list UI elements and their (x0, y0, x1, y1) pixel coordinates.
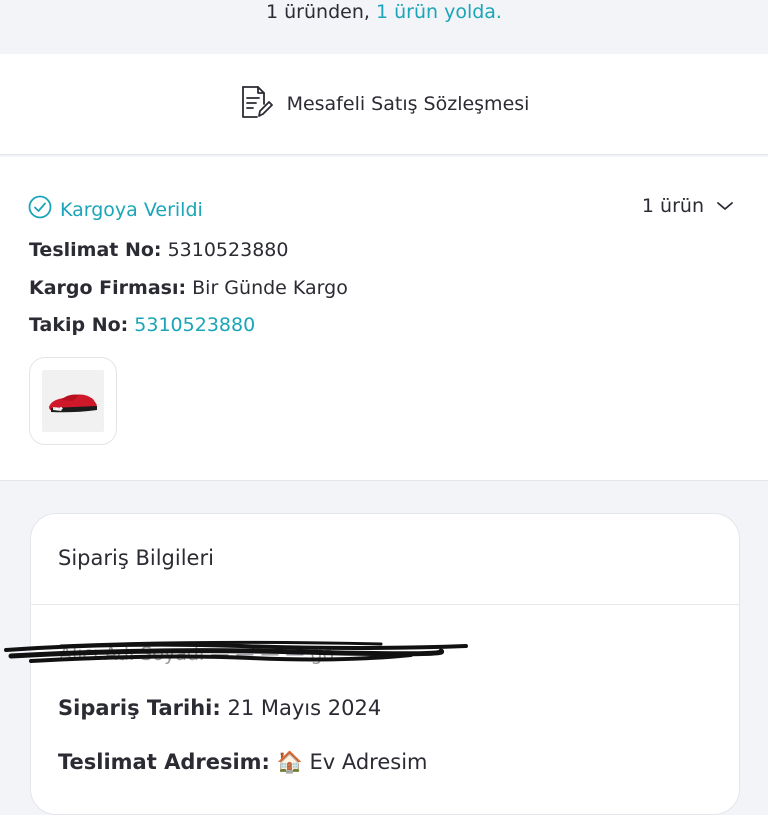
card-divider (31, 604, 739, 605)
delivery-address-row: Teslimat Adresim: 🏠 Ev Adresim (58, 750, 428, 775)
contract-label: Mesafeli Satış Sözleşmesi (286, 93, 530, 115)
order-info-title: Sipariş Bilgileri (58, 546, 214, 570)
check-circle-icon (28, 195, 52, 224)
house-icon: 🏠 (276, 750, 303, 774)
delivery-address-label: Teslimat Adresim: (58, 750, 270, 774)
tracking-row: Takip No: 5310523880 (29, 314, 255, 336)
item-count-toggle[interactable]: 1 ürün (642, 195, 734, 217)
product-thumbnail[interactable] (29, 357, 117, 445)
shipment-status-label: Kargoya Verildi (60, 198, 203, 221)
banner-count-text: 1 üründen, (266, 1, 370, 23)
delivery-no-value: 5310523880 (167, 239, 289, 261)
order-date-value: 21 Mayıs 2024 (227, 696, 382, 720)
shipment-status: Kargoya Verildi (28, 195, 203, 224)
delivery-no-row: Teslimat No: 5310523880 (29, 239, 288, 261)
order-info-card: Sipariş Bilgileri Alıcı Adı Soyadı — — —… (4, 513, 740, 815)
shipment-card: Kargoya Verildi 1 ürün Teslimat No: 5310… (0, 157, 768, 481)
carrier-value: Bir Günde Kargo (192, 277, 348, 299)
order-date-row: Sipariş Tarihi: 21 Mayıs 2024 (58, 696, 381, 720)
carrier-label: Kargo Firması: (29, 277, 187, 299)
redaction-scribble: Alıcı Adı Soyadı — — — — gö (4, 640, 468, 665)
red-sandal-image (42, 370, 104, 432)
delivery-address-value: Ev Adresim (309, 750, 428, 774)
item-count-label: 1 ürün (641, 195, 704, 217)
tracking-label: Takip No: (29, 314, 129, 336)
carrier-row: Kargo Firması: Bir Günde Kargo (29, 277, 348, 299)
document-edit-icon (239, 84, 273, 125)
distance-sales-contract-link[interactable]: Mesafeli Satış Sözleşmesi (0, 54, 768, 155)
chevron-down-icon (716, 195, 734, 217)
order-status-banner: 1 üründen, 1 ürün yolda. (0, 0, 768, 52)
banner-status-text: 1 ürün yolda. (375, 1, 502, 23)
order-date-label: Sipariş Tarihi: (58, 696, 221, 720)
delivery-no-label: Teslimat No: (29, 239, 162, 261)
tracking-number-link[interactable]: 5310523880 (134, 314, 255, 336)
